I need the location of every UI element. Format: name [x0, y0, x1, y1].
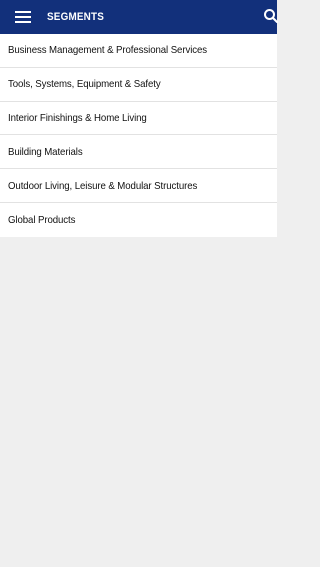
app-screen: SEGMENTS Business Management & Professio…: [0, 0, 279, 567]
search-icon[interactable]: [263, 8, 279, 24]
segment-item-label: Business Management & Professional Servi…: [8, 44, 208, 57]
segment-item-label: Outdoor Living, Leisure & Modular Struct…: [8, 179, 198, 192]
segment-item-label: Building Materials: [8, 145, 83, 158]
page-title: SEGMENTS: [47, 10, 105, 23]
menu-bar-bottom: [15, 21, 31, 23]
segment-item-label: Global Products: [8, 213, 76, 226]
segment-item-label: Tools, Systems, Equipment & Safety: [8, 78, 161, 91]
menu-bar-top: [15, 11, 31, 13]
segment-item-business-management[interactable]: Business Management & Professional Servi…: [0, 34, 277, 68]
segments-list: Business Management & Professional Servi…: [0, 34, 277, 237]
segment-item-building-materials[interactable]: Building Materials: [0, 135, 277, 170]
top-navigation-bar: SEGMENTS: [0, 0, 279, 34]
hamburger-menu-icon[interactable]: [15, 11, 31, 23]
segment-item-tools-systems[interactable]: Tools, Systems, Equipment & Safety: [0, 68, 277, 102]
segment-item-interior-finishings[interactable]: Interior Finishings & Home Living: [0, 102, 277, 136]
segment-item-outdoor-living[interactable]: Outdoor Living, Leisure & Modular Struct…: [0, 169, 277, 203]
segment-item-global-products[interactable]: Global Products: [0, 203, 277, 237]
menu-bar-middle: [15, 16, 31, 18]
segment-item-label: Interior Finishings & Home Living: [8, 111, 147, 124]
